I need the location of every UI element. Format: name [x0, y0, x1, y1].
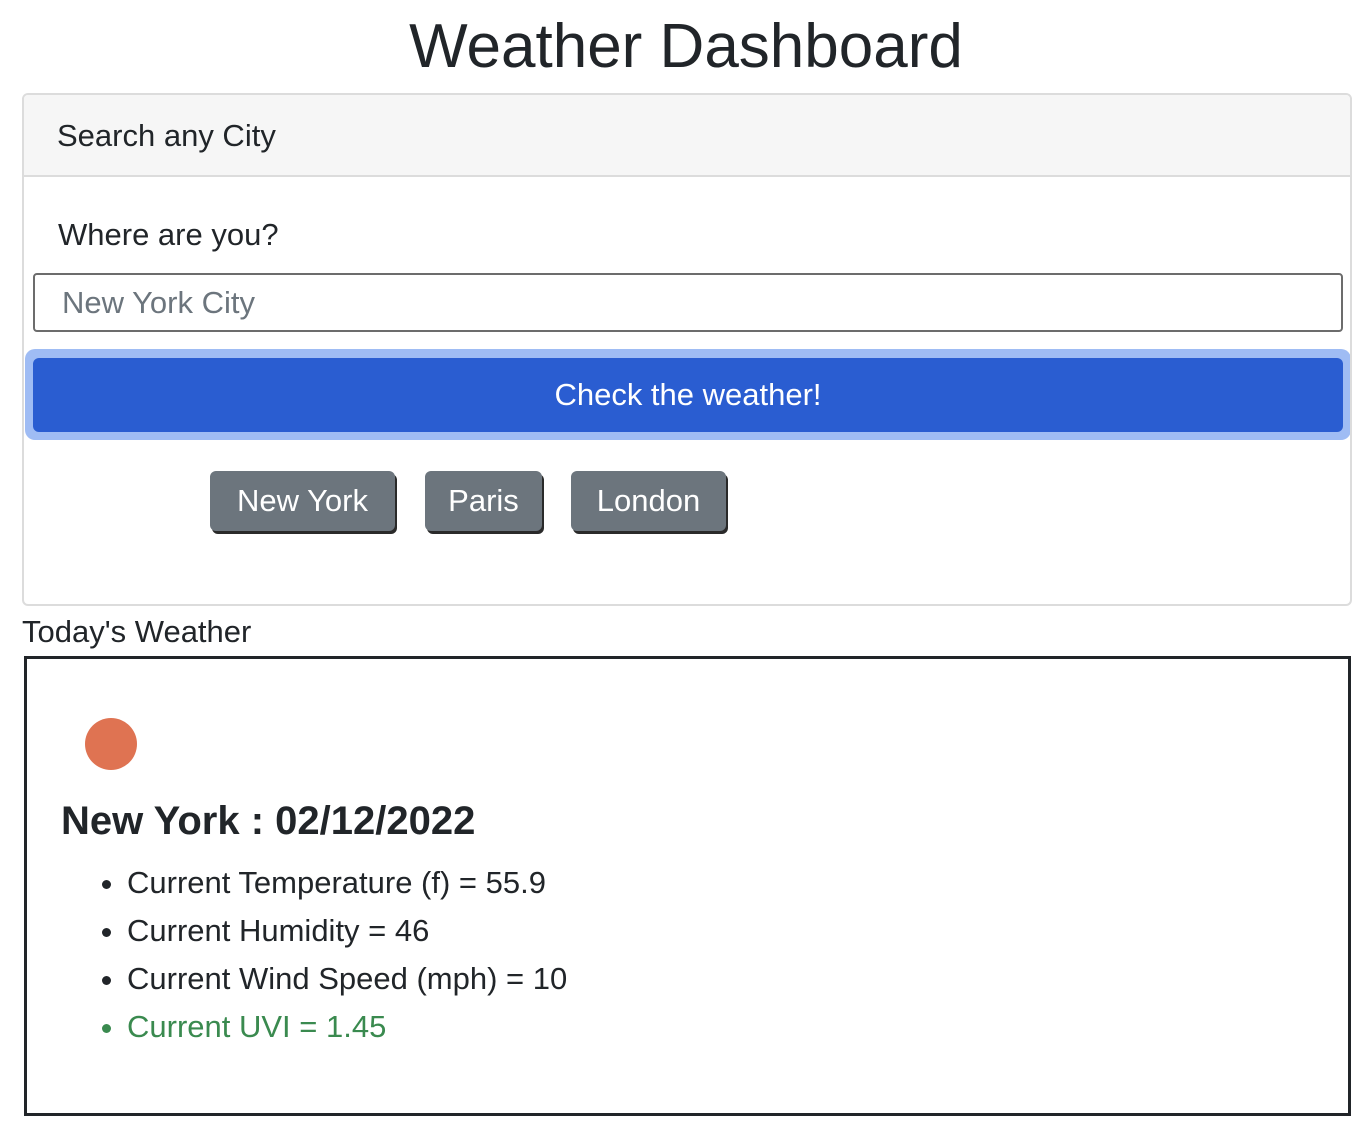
current-weather-panel: New York : 02/12/2022 Current Temperatur…: [24, 656, 1351, 1116]
city-button-paris[interactable]: Paris: [425, 471, 542, 531]
wind-speed-item: Current Wind Speed (mph) = 10: [127, 955, 567, 1003]
check-weather-button[interactable]: Check the weather!: [33, 358, 1343, 432]
todays-weather-title: Today's Weather: [22, 614, 252, 649]
city-input-label: Where are you?: [58, 217, 279, 252]
city-search-input[interactable]: [33, 273, 1343, 332]
temperature-item: Current Temperature (f) = 55.9: [127, 859, 567, 907]
weather-city-date-heading: New York : 02/12/2022: [61, 799, 476, 843]
humidity-item: Current Humidity = 46: [127, 907, 567, 955]
city-button-new-york[interactable]: New York: [210, 471, 395, 531]
weather-sun-icon: [85, 718, 137, 770]
uvi-item: Current UVI = 1.45: [127, 1003, 567, 1051]
page-title: Weather Dashboard: [409, 12, 963, 81]
city-button-london[interactable]: London: [571, 471, 726, 531]
weather-details-list: Current Temperature (f) = 55.9 Current H…: [99, 859, 567, 1051]
search-card-header: Search any City: [24, 95, 1350, 177]
search-card: Search any City Where are you? Check the…: [22, 93, 1352, 606]
